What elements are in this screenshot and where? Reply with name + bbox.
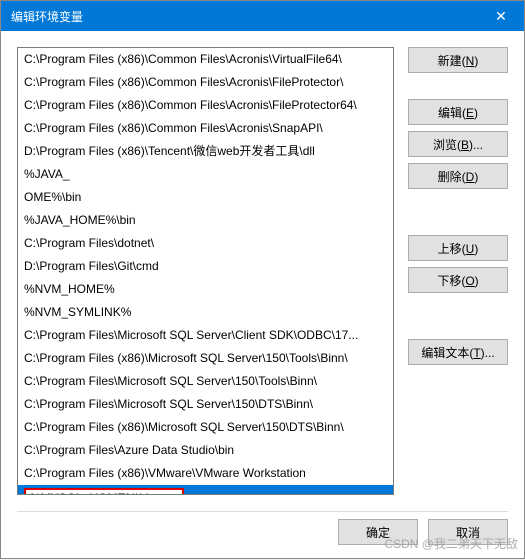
- list-item[interactable]: C:\Program Files (x86)\Common Files\Acro…: [18, 71, 393, 94]
- list-item[interactable]: C:\Program Files (x86)\Common Files\Acro…: [18, 117, 393, 140]
- list-item[interactable]: C:\Program Files\Azure Data Studio\bin: [18, 439, 393, 462]
- list-item[interactable]: D:\Program Files (x86)\Tencent\微信web开发者工…: [18, 140, 393, 163]
- footer: 确定 取消: [1, 512, 524, 560]
- list-item[interactable]: %JAVA_: [18, 163, 393, 186]
- window-title: 编辑环境变量: [11, 8, 478, 25]
- movedown-button[interactable]: 下移(O): [408, 267, 508, 293]
- close-icon[interactable]: ✕: [478, 1, 524, 31]
- inline-edit-input[interactable]: %MYSQL_HOME%\bin: [24, 488, 184, 495]
- list-item[interactable]: C:\Program Files\dotnet\: [18, 232, 393, 255]
- edittext-button[interactable]: 编辑文本(T)...: [408, 339, 508, 365]
- ok-button[interactable]: 确定: [338, 519, 418, 545]
- list-item[interactable]: C:\Program Files (x86)\Common Files\Acro…: [18, 48, 393, 71]
- list-item[interactable]: C:\Program Files (x86)\Common Files\Acro…: [18, 94, 393, 117]
- list-item[interactable]: D:\Program Files\Git\cmd: [18, 255, 393, 278]
- list-item[interactable]: %NVM_HOME%: [18, 278, 393, 301]
- edit-button[interactable]: 编辑(E): [408, 99, 508, 125]
- titlebar: 编辑环境变量 ✕: [1, 1, 524, 31]
- delete-button[interactable]: 删除(D): [408, 163, 508, 189]
- dialog-window: 编辑环境变量 ✕ C:\Program Files (x86)\Common F…: [0, 0, 525, 559]
- moveup-button[interactable]: 上移(U): [408, 235, 508, 261]
- list-item[interactable]: C:\Program Files\Microsoft SQL Server\15…: [18, 370, 393, 393]
- list-item[interactable]: %NVM_SYMLINK%: [18, 301, 393, 324]
- button-column: 新建(N) 编辑(E) 浏览(B)... 删除(D) 上移(U) 下移(O) 编…: [408, 47, 508, 495]
- content-area: C:\Program Files (x86)\Common Files\Acro…: [1, 31, 524, 511]
- list-item[interactable]: C:\Program Files (x86)\VMware\VMware Wor…: [18, 462, 393, 485]
- list-item[interactable]: C:\Program Files\Microsoft SQL Server\15…: [18, 393, 393, 416]
- new-button[interactable]: 新建(N): [408, 47, 508, 73]
- browse-button[interactable]: 浏览(B)...: [408, 131, 508, 157]
- list-item-editing[interactable]: %MYSQL_HOME%\bin: [18, 485, 393, 495]
- cancel-button[interactable]: 取消: [428, 519, 508, 545]
- list-item[interactable]: C:\Program Files (x86)\Microsoft SQL Ser…: [18, 416, 393, 439]
- list-item[interactable]: C:\Program Files\Microsoft SQL Server\Cl…: [18, 324, 393, 347]
- list-item[interactable]: OME%\bin: [18, 186, 393, 209]
- list-item[interactable]: %JAVA_HOME%\bin: [18, 209, 393, 232]
- path-listbox[interactable]: C:\Program Files (x86)\Common Files\Acro…: [17, 47, 394, 495]
- list-item[interactable]: C:\Program Files (x86)\Microsoft SQL Ser…: [18, 347, 393, 370]
